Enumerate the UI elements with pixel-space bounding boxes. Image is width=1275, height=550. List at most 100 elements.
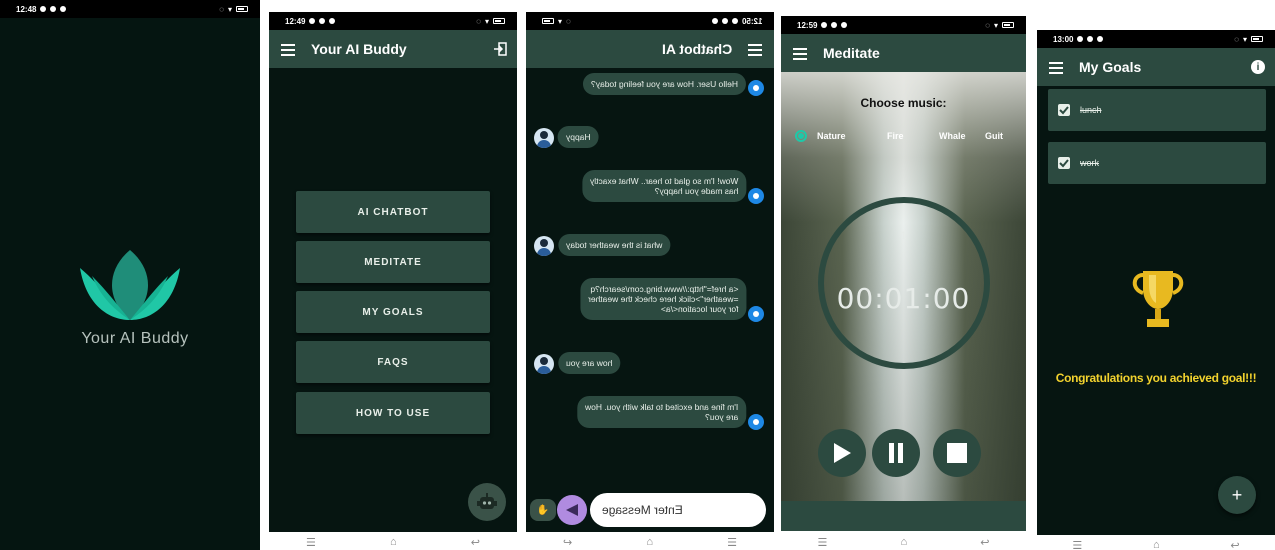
alarm-icon (731, 18, 738, 24)
app-name: Your AI Buddy (81, 330, 189, 347)
menu-icon[interactable] (793, 47, 807, 60)
wifi-icon: ▾ (1242, 34, 1247, 44)
add-goal-button[interactable]: + (1218, 476, 1256, 514)
status-bar: 12:48 ◌ ▾ (0, 0, 260, 18)
system-nav-bar: ☰ ⌂ ↩ (269, 532, 517, 550)
home-icon[interactable]: ⌂ (390, 536, 397, 548)
mic-button[interactable]: ✋ (530, 499, 556, 521)
mute-icon: ◌ (566, 16, 571, 26)
home-screen: 12:49 ◌ ▾ Your AI Buddy AI CHATBOT MEDIT… (269, 12, 517, 533)
bot-avatar-icon (748, 306, 764, 322)
menu-icon[interactable] (281, 43, 295, 56)
send-button[interactable] (557, 495, 587, 525)
wifi-icon: ▾ (484, 16, 489, 26)
goal-checkbox[interactable] (1058, 104, 1070, 116)
info-icon[interactable]: i (1251, 60, 1265, 74)
back-icon[interactable]: ↪ (563, 536, 572, 549)
user-avatar (534, 354, 554, 374)
status-bar: 12:59 ◌ ▾ (781, 16, 1026, 34)
status-time: 12:59 (797, 20, 818, 30)
stop-icon (947, 443, 967, 463)
radio-fire[interactable]: Fire (855, 130, 915, 142)
choose-music-label: Choose music: (860, 96, 947, 110)
recent-apps-icon[interactable]: ☰ (1072, 539, 1082, 550)
mute-icon: ◌ (1234, 34, 1239, 44)
bot-message: Wow! I'm so glad to hear.. What exactly … (581, 170, 746, 202)
whatsapp-icon (721, 18, 728, 24)
app-bar: Your AI Buddy (269, 30, 517, 68)
instagram-icon (1097, 36, 1104, 42)
whatsapp-icon (831, 22, 838, 28)
bot-avatar-icon (748, 414, 764, 430)
app-bar: Chatbot AI (526, 30, 774, 68)
instagram-icon (60, 6, 67, 12)
trophy-icon (1132, 271, 1184, 327)
radio-whale[interactable]: Whale (915, 130, 975, 142)
recent-apps-icon[interactable]: ☰ (818, 536, 828, 549)
mute-icon: ◌ (985, 20, 990, 30)
back-icon[interactable]: ↩ (1230, 539, 1239, 550)
page-title: My Goals (1079, 59, 1142, 75)
how-to-use-button[interactable]: HOW TO USE (296, 392, 490, 434)
system-nav-bar: ☰ ⌂ ↩ (1037, 535, 1275, 550)
my-goals-button[interactable]: MY GOALS (296, 291, 490, 333)
logout-icon[interactable] (493, 42, 507, 56)
goals-screen: 13:00 ◌ ▾ My Goals i lunch work Congratu… (1037, 30, 1275, 535)
radio-button-selected[interactable] (795, 130, 807, 142)
session-count: 1 (900, 230, 907, 242)
meditate-button[interactable]: MEDITATE (296, 241, 490, 283)
goal-item[interactable]: work (1048, 142, 1266, 184)
status-time: 13:00 (1053, 34, 1074, 44)
ai-chatbot-button[interactable]: AI CHATBOT (296, 191, 490, 233)
chatbot-fab-button[interactable] (468, 483, 506, 521)
mute-icon: ◌ (219, 4, 224, 14)
app-bar: My Goals i (1037, 48, 1275, 86)
back-icon[interactable]: ↩ (980, 536, 989, 549)
status-bar: ▾ ◌ 12:50 (526, 12, 774, 30)
goal-item[interactable]: lunch (1048, 89, 1266, 131)
radio-nature[interactable]: Nature (795, 130, 855, 142)
menu-icon[interactable] (1049, 61, 1063, 74)
recent-apps-icon[interactable]: ☰ (306, 536, 316, 549)
battery-icon (1251, 36, 1263, 42)
goal-checkbox[interactable] (1058, 157, 1070, 169)
radio-guitar[interactable]: Guit (975, 130, 1026, 142)
app-bar: Meditate (781, 34, 1026, 72)
user-avatar (534, 236, 554, 256)
home-icon[interactable]: ⌂ (900, 536, 907, 548)
user-message: how are you (558, 352, 621, 374)
faqs-button[interactable]: FAQS (296, 341, 490, 383)
status-bar: 13:00 ◌ ▾ (1037, 30, 1275, 48)
goal-text: lunch (1080, 105, 1102, 115)
recent-apps-icon[interactable]: ☰ (727, 536, 737, 549)
pause-button[interactable] (872, 429, 920, 477)
stop-button[interactable] (933, 429, 981, 477)
wifi-icon: ▾ (227, 4, 232, 14)
system-nav-bar: ↪ ⌂ ☰ (526, 532, 774, 550)
meditate-screen: 12:59 ◌ ▾ Meditate Choose music: Nature (781, 16, 1026, 531)
battery-icon (1002, 22, 1014, 28)
pause-icon (889, 443, 903, 463)
menu-icon[interactable] (748, 43, 762, 56)
screenshot-collage: 12:48 ◌ ▾ Your AI Buddy 12:49 ◌ ▾ Your A… (0, 0, 1275, 550)
mute-icon: ◌ (476, 16, 481, 26)
play-button[interactable] (818, 429, 866, 477)
check-icon (1059, 159, 1069, 168)
system-nav-bar: ☰ ⌂ ↩ (781, 532, 1026, 550)
back-icon[interactable]: ↩ (471, 536, 480, 549)
instagram-icon (841, 22, 848, 28)
page-title: Your AI Buddy (311, 41, 407, 57)
status-time: 12:49 (285, 16, 306, 26)
bot-message: Hello User. How are you feeling today? (583, 73, 746, 95)
bot-message: I'm fine and excited to talk with you. H… (576, 396, 746, 428)
bot-avatar-icon (748, 188, 764, 204)
home-icon[interactable]: ⌂ (646, 536, 653, 548)
message-input[interactable]: Enter Message (590, 493, 766, 527)
battery-icon (493, 18, 505, 24)
bot-avatar-icon (748, 80, 764, 96)
robot-icon (477, 493, 497, 509)
home-icon[interactable]: ⌂ (1153, 539, 1160, 550)
alarm-icon (309, 18, 316, 24)
status-time: 12:50 (741, 16, 762, 26)
play-icon (834, 443, 851, 463)
